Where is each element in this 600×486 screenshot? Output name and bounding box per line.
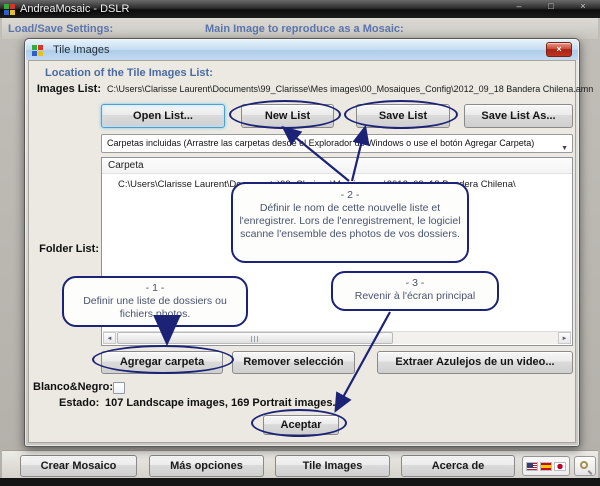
status-label: Estado: — [59, 397, 99, 409]
main-bottom-toolbar: Crear Mosaico Más opciones Tile Images A… — [2, 450, 598, 478]
minimize-icon[interactable]: – — [510, 1, 528, 11]
save-list-button[interactable]: Save List — [356, 104, 450, 128]
open-list-button[interactable]: Open List... — [101, 104, 225, 128]
main-titlebar: AndreaMosaic - DSLR – □ × — [0, 0, 600, 18]
dialog-mosaic-icon — [32, 45, 43, 56]
balloon-3-text: Revenir à l'écran principal — [339, 290, 491, 303]
balloon-1-text: Definir une liste de dossiers ou fichier… — [70, 295, 240, 321]
location-heading: Location of the Tile Images List: — [45, 67, 213, 79]
dialog-title: Tile Images — [53, 44, 109, 56]
blanco-negro-checkbox[interactable] — [113, 382, 125, 394]
balloon-3-title: - 3 - — [339, 277, 491, 290]
dialog-close-icon[interactable]: × — [546, 42, 572, 57]
load-save-settings-heading: Load/Save Settings: — [8, 23, 113, 35]
crear-mosaico-button[interactable]: Crear Mosaico — [20, 455, 137, 477]
app-mosaic-icon — [4, 4, 15, 15]
aceptar-button[interactable]: Aceptar — [263, 415, 339, 435]
status-text: 107 Landscape images, 169 Portrait image… — [105, 397, 336, 409]
folders-dropdown[interactable]: Carpetas incluidas (Arrastre las carpeta… — [101, 134, 573, 153]
acerca-de-button[interactable]: Acerca de — [401, 455, 515, 477]
horizontal-scrollbar[interactable]: ◄ ► — [103, 331, 571, 344]
japan-flag-icon — [554, 462, 566, 471]
images-list-label: Images List: — [29, 83, 101, 95]
language-flags-button[interactable] — [522, 456, 570, 476]
scroll-left-icon[interactable]: ◄ — [103, 332, 116, 344]
tile-images-button[interactable]: Tile Images — [275, 455, 390, 477]
scrollbar-thumb[interactable] — [117, 332, 393, 344]
window-bottom-border — [0, 478, 600, 486]
annotation-balloon-1: - 1 - Definir une liste de dossiers ou f… — [62, 276, 248, 327]
dialog-titlebar[interactable]: Tile Images × — [26, 40, 578, 60]
scroll-right-icon[interactable]: ► — [558, 332, 571, 344]
close-icon[interactable]: × — [574, 1, 592, 11]
folders-dropdown-value: Carpetas incluidas (Arrastre las carpeta… — [107, 138, 534, 148]
extraer-azulejos-button[interactable]: Extraer Azulejos de un video... — [377, 351, 573, 374]
balloon-1-title: - 1 - — [70, 282, 240, 295]
annotation-balloon-2: - 2 - Définir le nom de cette nouvelle l… — [231, 182, 469, 263]
maximize-icon[interactable]: □ — [542, 1, 560, 11]
main-window-title: AndreaMosaic - DSLR — [20, 3, 129, 15]
screen: AndreaMosaic - DSLR – □ × Load/Save Sett… — [0, 0, 600, 486]
folder-list-column-header: Carpeta — [102, 158, 572, 174]
folder-list-label: Folder List: — [29, 243, 99, 255]
annotation-balloon-3: - 3 - Revenir à l'écran principal — [331, 271, 499, 311]
spain-flag-icon — [540, 462, 552, 471]
remover-seleccion-button[interactable]: Remover selección — [232, 351, 355, 374]
us-flag-icon — [526, 462, 538, 471]
agregar-carpeta-button[interactable]: Agregar carpeta — [101, 351, 223, 374]
balloon-2-text: Définir le nom de cette nouvelle liste e… — [239, 202, 461, 241]
chevron-down-icon: ▼ — [561, 140, 568, 153]
main-image-heading: Main Image to reproduce as a Mosaic: — [205, 23, 404, 35]
new-list-button[interactable]: New List — [241, 104, 334, 128]
images-list-path: C:\Users\Clarisse Laurent\Documents\99_C… — [107, 84, 573, 94]
mas-opciones-button[interactable]: Más opciones — [149, 455, 264, 477]
balloon-2-title: - 2 - — [239, 189, 461, 202]
blanco-negro-label: Blanco&Negro: — [33, 381, 113, 393]
main-content-header: Load/Save Settings: Main Image to reprod… — [2, 18, 598, 39]
save-list-as-button[interactable]: Save List As... — [464, 104, 573, 128]
magnifier-icon — [580, 461, 588, 469]
magnifier-button[interactable] — [574, 456, 596, 476]
window-controls: – □ × — [510, 1, 592, 11]
